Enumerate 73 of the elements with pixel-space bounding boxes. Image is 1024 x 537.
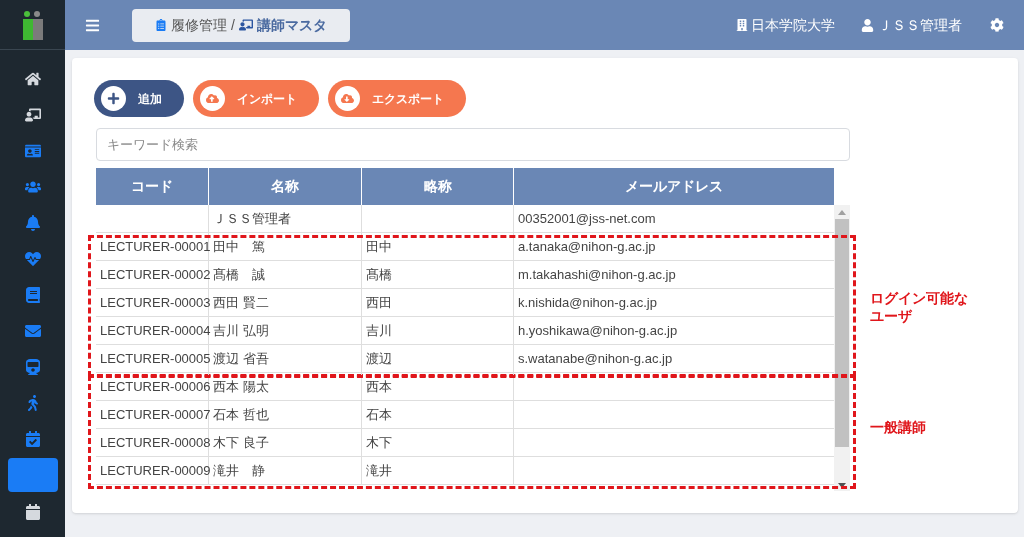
table-cell-text: 西田 賢二 [213, 293, 269, 312]
scroll-up-icon[interactable] [838, 209, 846, 215]
home-icon [24, 70, 41, 87]
table-cell-text: 西田 [366, 293, 392, 312]
table-cell-text: k.nishida@nihon-g.ac.jp [518, 293, 657, 312]
column-header[interactable]: コード [131, 176, 173, 197]
column-header[interactable]: 略称 [423, 176, 452, 197]
calendar-check-icon [24, 430, 41, 447]
table-cell-text: LECTURER-00003 [100, 293, 211, 312]
table-cell-text: LECTURER-00004 [100, 321, 211, 340]
breadcrumb-current: 講師マスタ [256, 15, 327, 35]
table-cell-text: 田中 篤 [213, 237, 265, 256]
import-button[interactable]: インポート [193, 80, 319, 117]
scrollbar[interactable] [834, 205, 850, 491]
table-cell-text: LECTURER-00008 [100, 433, 211, 452]
table-cell-text: 髙橋 誠 [213, 265, 265, 284]
plus-icon [107, 92, 120, 105]
table-cell-text: 西本 [366, 377, 392, 396]
table-cell-text: LECTURER-00002 [100, 265, 211, 284]
scroll-down-icon[interactable] [838, 482, 846, 488]
table-cell-text: LECTURER-00005 [100, 349, 211, 368]
column-header[interactable]: 名称 [271, 176, 299, 197]
bell-icon [24, 214, 41, 231]
table-cell-text: h.yoshikawa@nihon-g.ac.jp [518, 321, 678, 340]
cloud-download-icon [341, 92, 354, 105]
table-cell-text: 滝井 [366, 461, 392, 480]
table-cell-text: a.tanaka@nihon-g.ac.jp [518, 237, 656, 256]
table-cell-text: LECTURER-00007 [100, 405, 211, 424]
table-cell-text: LECTURER-00009 [100, 461, 211, 480]
menu-icon[interactable] [85, 17, 100, 33]
export-button[interactable]: エクスポート [328, 80, 466, 117]
table-cell-text: 田中 [366, 237, 392, 256]
cloud-upload-icon [206, 92, 219, 105]
table-cell-text: 石本 哲也 [213, 405, 269, 424]
table-cell-text: m.takahashi@nihon-g.ac.jp [518, 265, 676, 284]
breadcrumb-separator: / [231, 15, 235, 35]
table-cell-text: LECTURER-00001 [100, 237, 211, 256]
table-cell-text: 渡辺 [366, 349, 392, 368]
calendar-icon [24, 503, 41, 520]
search-field[interactable]: キーワード検索 [96, 128, 850, 161]
table-cell-text: ＪＳＳ管理者 [213, 209, 291, 228]
train-icon [24, 358, 41, 375]
logo-icon [21, 9, 44, 40]
user-icon [861, 18, 874, 32]
table-cell-text: 石本 [366, 405, 392, 424]
book-icon [24, 286, 41, 303]
table-cell-text: 髙橋 [366, 265, 392, 284]
organization-name: 日本学院大学 [751, 15, 835, 35]
add-button[interactable]: 追加 [94, 80, 184, 117]
scrollbar-thumb[interactable] [835, 219, 849, 447]
envelope-icon [24, 322, 41, 339]
settings-icon[interactable] [990, 18, 1004, 32]
teacher-icon [238, 18, 253, 32]
teacher-icon [24, 106, 41, 123]
table-cell-text: 木下 良子 [213, 433, 269, 452]
table-cell-text: 吉川 弘明 [213, 321, 269, 340]
annotation-label: ログイン可能なユーザ [870, 289, 969, 325]
breadcrumb-link[interactable]: 履修管理 [171, 14, 228, 36]
clipboard-icon [155, 19, 168, 31]
table-cell-text: 木下 [366, 433, 392, 452]
user-name[interactable]: ＪＳＳ管理者 [878, 14, 962, 36]
table-cell-text: 滝井 静 [213, 461, 265, 480]
building-icon [736, 19, 748, 31]
heartbeat-icon [24, 250, 41, 267]
table-cell-text: 西本 陽太 [213, 377, 269, 396]
table-cell-text: 渡辺 省吾 [213, 349, 269, 368]
table-cell-text: 吉川 [366, 321, 392, 340]
table-cell-text: s.watanabe@nihon-g.ac.jp [518, 349, 673, 368]
annotation-label: 一般講師 [870, 417, 927, 436]
table-cell-text: LECTURER-00006 [100, 377, 211, 396]
id-card-icon [24, 142, 41, 159]
column-header[interactable]: メールアドレス [625, 176, 723, 197]
table-cell-text: 00352001@jss-net.com [518, 209, 656, 228]
